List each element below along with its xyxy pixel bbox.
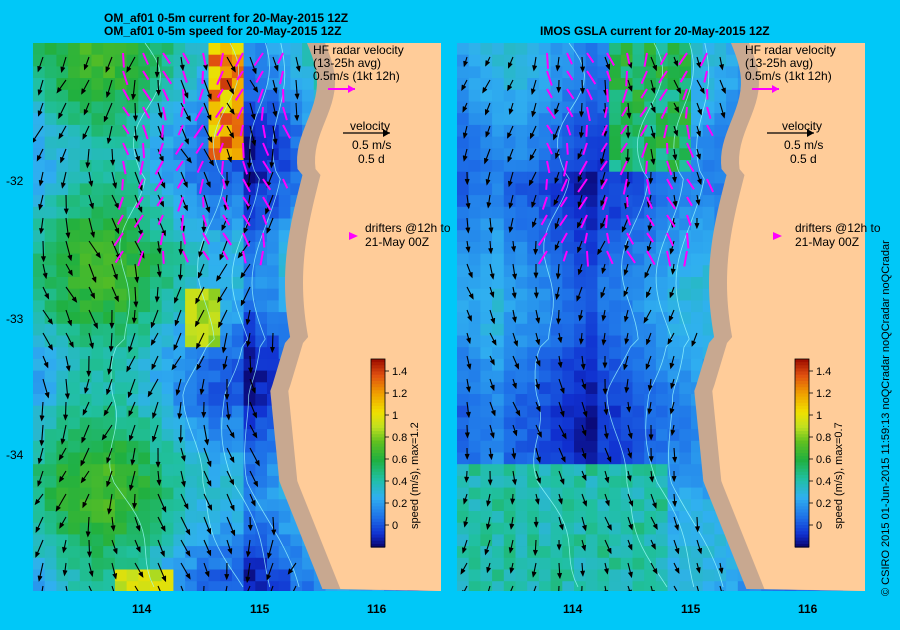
y-tick-label: -33 [6,312,24,326]
x-tick-label: 115 [250,602,270,616]
colorbar-tick-label: 1.2 [816,388,831,400]
hf-radar-scale: 0.5m/s (1kt 12h) [313,69,400,83]
colorbar-tick-label: 0.2 [816,498,831,510]
colorbar-tick-label: 0.6 [392,454,407,466]
colorbar-tick-label: 0 [816,520,822,532]
colorbar-tick-label: 1.4 [816,366,831,378]
drifters-line2: 21-May 00Z [795,235,860,249]
drifters-line1: drifters @12h to [795,221,881,235]
colorbar-tick-label: 0.2 [392,498,407,510]
x-tick-label: 116 [798,602,818,616]
colorbar-title: speed (m/s), max=1.2 [409,422,421,529]
y-tick-label: -32 [6,174,24,188]
hf-radar-scale: 0.5m/s (1kt 12h) [745,69,832,83]
colorbar-title: speed (m/s), max=0.7 [833,422,845,529]
x-tick-label: 116 [367,602,387,616]
x-tick-label: 114 [563,602,583,616]
colorbar-tick-label: 0.4 [392,476,407,488]
velocity-title: velocity [782,119,823,133]
left-title-line2: OM_af01 0-5m speed for 20-May-2015 12Z [104,24,342,38]
colorbar-tick-label: 0.4 [816,476,831,488]
right-title: IMOS GSLA current for 20-May-2015 12Z [540,24,770,38]
colorbar-tick-label: 0.8 [392,432,407,444]
left-title-line1: OM_af01 0-5m current for 20-May-2015 12Z [104,11,349,25]
colorbar-tick-label: 1.4 [392,366,407,378]
drifters-line1: drifters @12h to [365,221,451,235]
velocity-speed: 0.5 m/s [784,138,824,152]
credit-text: © CSIRO 2015 01-Jun-2015 11:59:13 noQCra… [880,240,892,596]
drifters-line2: 21-May 00Z [365,235,430,249]
colorbar-tick-label: 0.6 [816,454,831,466]
x-tick-label: 114 [132,602,152,616]
velocity-speed: 0.5 m/s [352,138,392,152]
velocity-title: velocity [350,119,391,133]
colorbar-tick-label: 0 [392,520,398,532]
y-tick-label: -34 [6,448,24,462]
velocity-days: 0.5 d [358,152,385,166]
colorbar-tick-label: 0.8 [816,432,831,444]
colorbar-tick-label: 1.2 [392,388,407,400]
velocity-days: 0.5 d [790,152,817,166]
colorbar-tick-label: 1 [816,410,822,422]
colorbar-tick-label: 1 [392,410,398,422]
x-tick-label: 115 [681,602,701,616]
